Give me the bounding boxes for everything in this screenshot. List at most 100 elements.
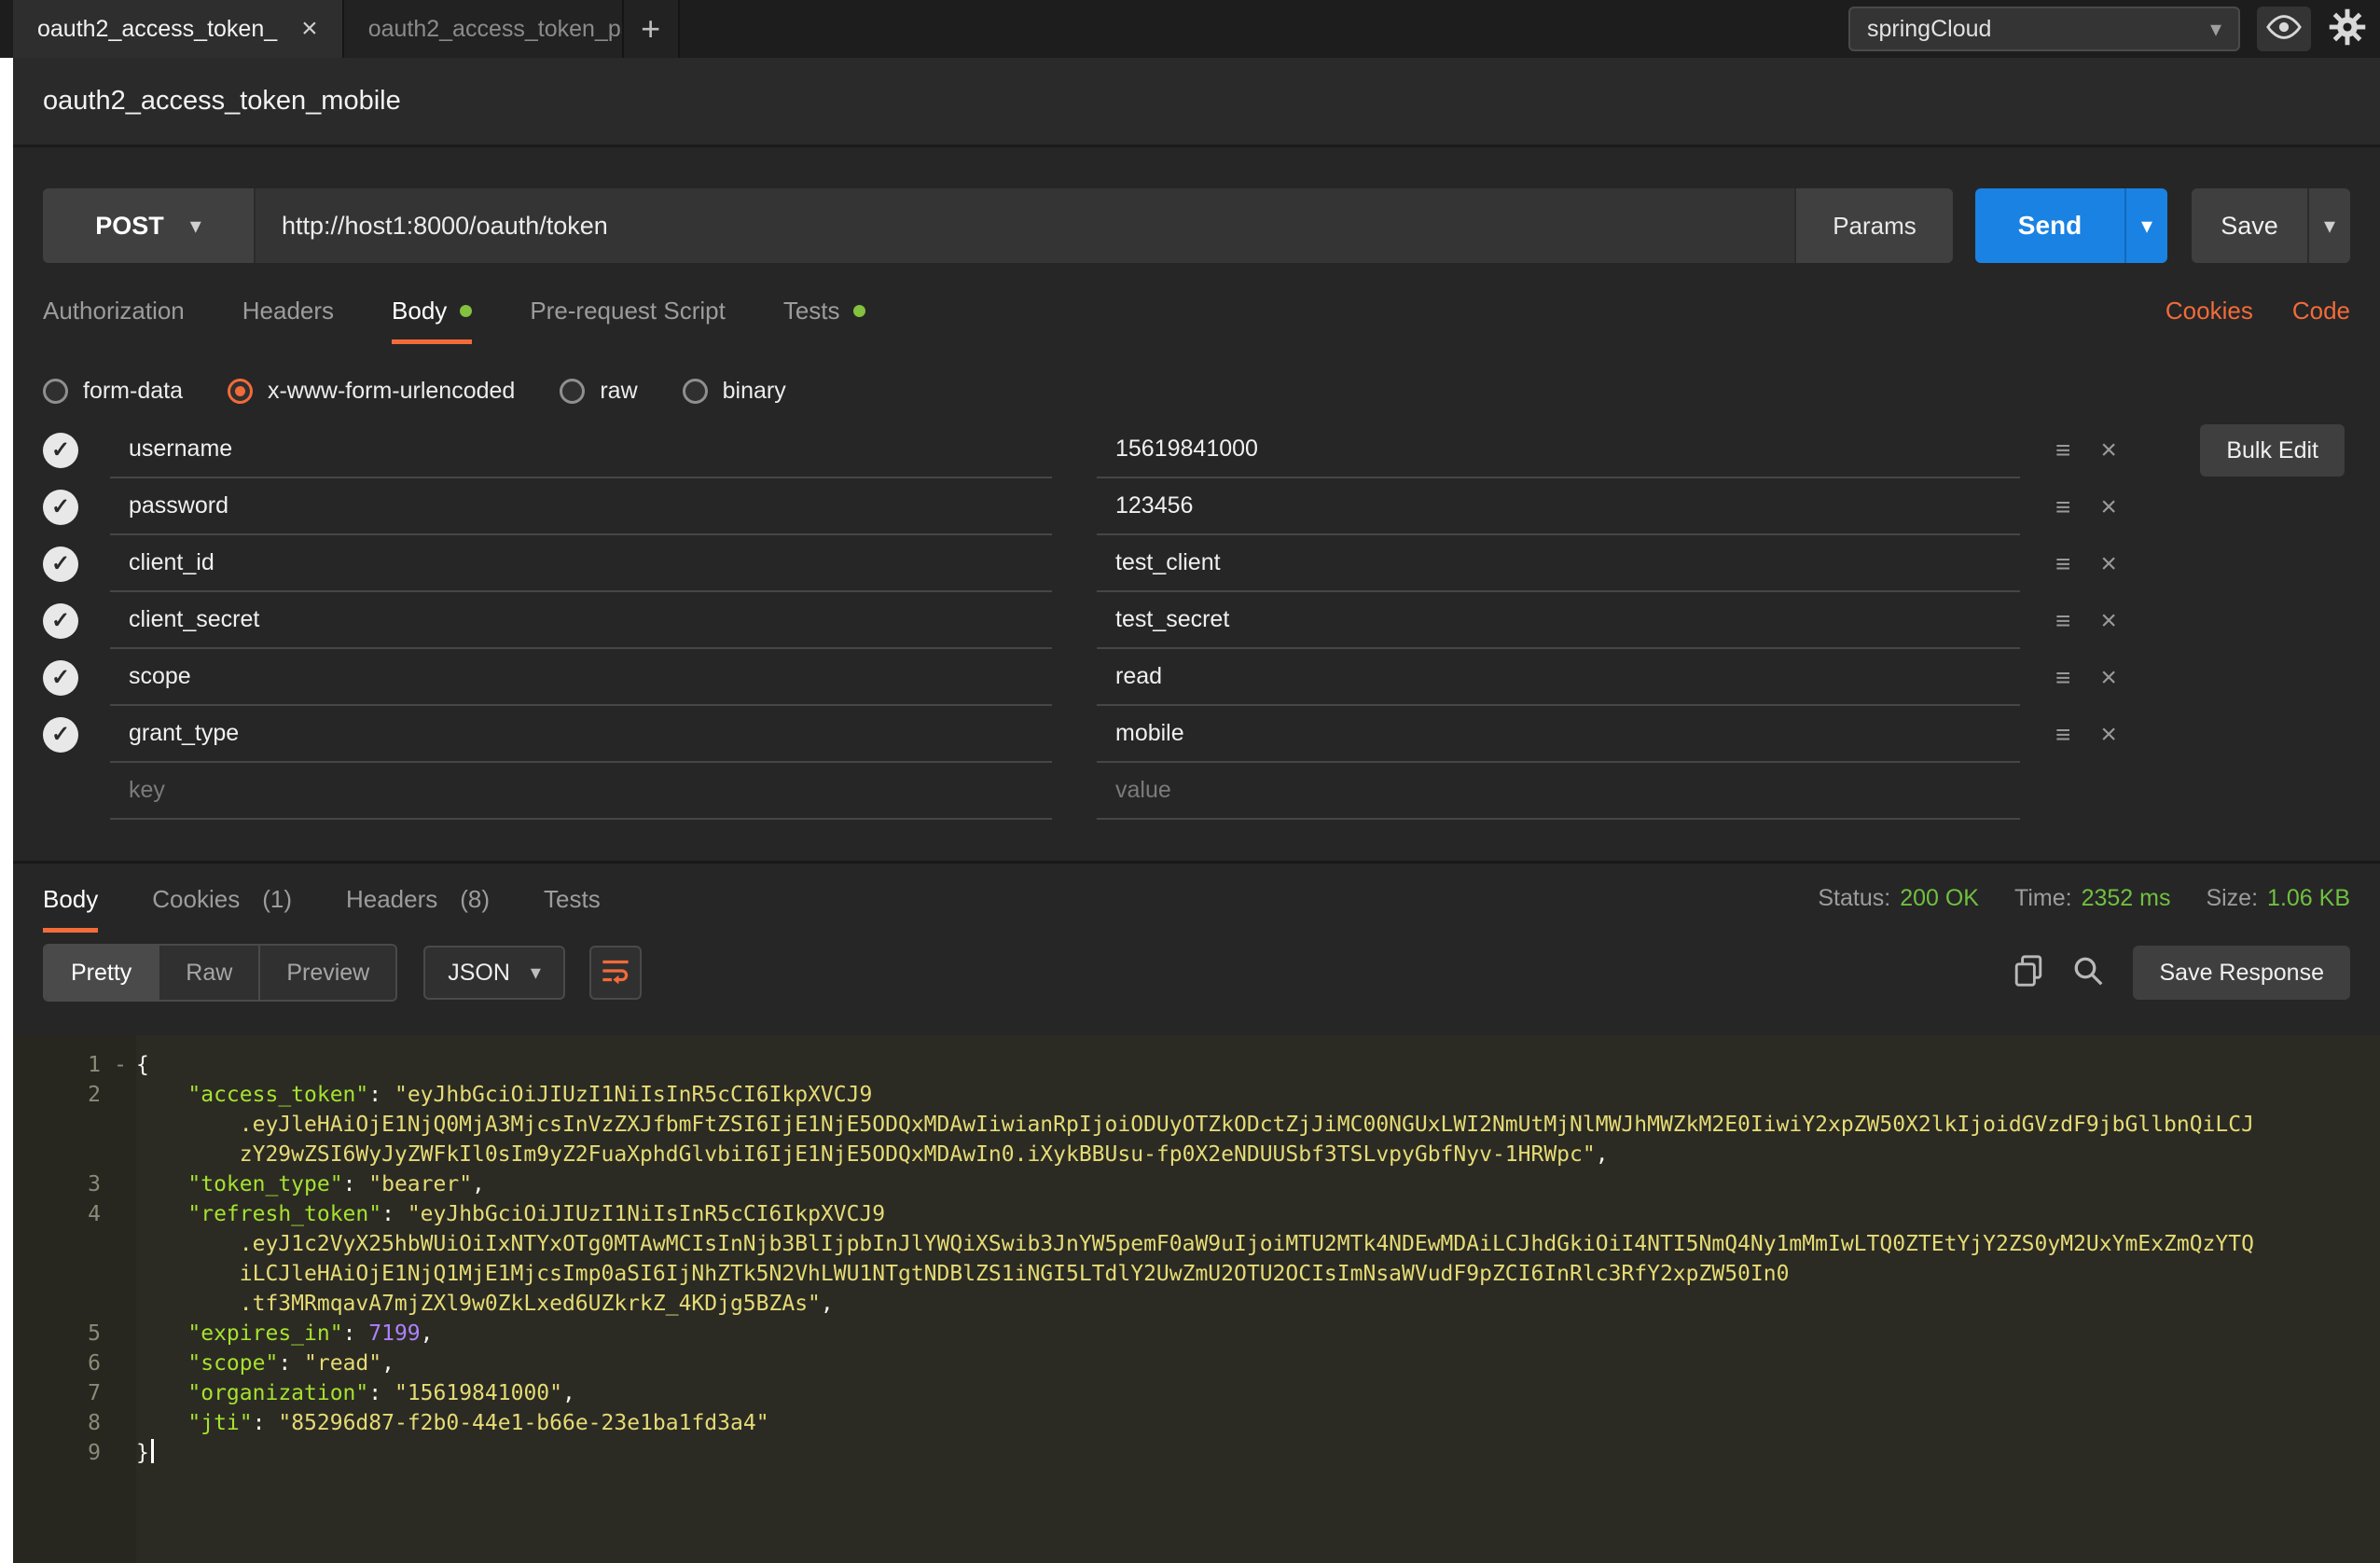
bulk-edit-button[interactable]: Bulk Edit <box>2200 424 2345 477</box>
environment-quicklook-button[interactable] <box>2257 7 2311 51</box>
code-link[interactable]: Code <box>2292 297 2350 325</box>
delete-row-icon[interactable]: × <box>2100 719 2117 751</box>
new-tab-button[interactable]: + <box>624 0 680 58</box>
param-value[interactable]: mobile <box>1097 706 2020 763</box>
tab-response-headers[interactable]: Headers (8) <box>346 885 490 933</box>
save-button[interactable]: Save <box>2192 188 2307 263</box>
url-input[interactable]: http://host1:8000/oauth/token <box>256 188 1794 263</box>
param-enabled-checkbox[interactable]: ✓ <box>43 546 78 582</box>
param-enabled-cell: ✓ <box>43 592 110 649</box>
delete-row-icon[interactable]: × <box>2100 548 2117 580</box>
radio-selected-icon[interactable] <box>228 379 253 404</box>
tab-pre-request-script[interactable]: Pre-request Script <box>530 297 726 344</box>
column-divider <box>1052 706 1097 763</box>
request-name-bar: oauth2_access_token_mobile <box>13 58 2380 147</box>
param-key[interactable]: username <box>110 422 1052 478</box>
param-key[interactable]: password <box>110 478 1052 535</box>
body-type-label: x-www-form-urlencoded <box>268 378 515 405</box>
params-button[interactable]: Params <box>1794 188 1953 263</box>
save-options-button[interactable]: ▾ <box>2307 188 2350 263</box>
close-tab-icon[interactable]: × <box>301 15 318 43</box>
param-enabled-checkbox[interactable]: ✓ <box>43 603 78 639</box>
param-key[interactable]: client_id <box>110 535 1052 592</box>
response-body-editor[interactable]: 1-{2 "access_token": "eyJhbGciOiJIUzI1Ni… <box>13 1035 2380 1563</box>
request-tab-inactive[interactable]: oauth2_access_token_passv <box>344 0 624 58</box>
tab-response-tests[interactable]: Tests <box>544 885 601 933</box>
radio-icon[interactable] <box>560 379 585 404</box>
settings-button[interactable] <box>2328 7 2367 51</box>
param-row: ✓ client_id test_client ≡ × <box>43 535 2350 592</box>
body-type-raw[interactable]: raw <box>560 378 637 405</box>
fold-toggle-icon[interactable]: - <box>114 1050 127 1080</box>
view-mode-raw[interactable]: Raw <box>159 946 260 1000</box>
delete-row-icon[interactable]: × <box>2100 605 2117 637</box>
tab-authorization[interactable]: Authorization <box>43 297 185 344</box>
environment-select[interactable]: springCloud ▾ <box>1848 7 2240 51</box>
param-value[interactable]: 123456 <box>1097 478 2020 535</box>
line-number: 9 <box>13 1438 136 1468</box>
param-value[interactable]: test_secret <box>1097 592 2020 649</box>
body-type-label: binary <box>723 378 786 405</box>
line-number: 5 <box>13 1319 136 1349</box>
param-enabled-checkbox[interactable]: ✓ <box>43 433 78 468</box>
request-tabs: Authorization Headers Body Pre-request S… <box>43 297 2350 344</box>
response-toolbar-right: Save Response <box>2013 946 2350 1000</box>
tab-tests[interactable]: Tests <box>783 297 865 344</box>
param-enabled-cell: ✓ <box>43 706 110 763</box>
method-select[interactable]: POST ▾ <box>43 188 256 263</box>
drag-handle-icon[interactable]: ≡ <box>2055 549 2070 579</box>
drag-handle-icon[interactable]: ≡ <box>2055 492 2070 522</box>
request-name: oauth2_access_token_mobile <box>43 86 401 117</box>
code-text: "organization": "15619841000", <box>136 1378 2356 1408</box>
param-enabled-checkbox[interactable]: ✓ <box>43 660 78 696</box>
tab-response-body[interactable]: Body <box>43 885 98 933</box>
tab-body[interactable]: Body <box>392 297 472 344</box>
tab-response-cookies[interactable]: Cookies (1) <box>152 885 292 933</box>
format-select[interactable]: JSON ▾ <box>423 946 565 1000</box>
tab-label: Headers <box>346 885 437 914</box>
view-mode-pretty[interactable]: Pretty <box>45 946 159 1000</box>
drag-handle-icon[interactable]: ≡ <box>2055 606 2070 636</box>
view-mode-preview[interactable]: Preview <box>260 946 395 1000</box>
param-row-actions: ≡ × <box>2020 592 2117 649</box>
request-tab-active[interactable]: oauth2_access_token_ × <box>13 0 344 58</box>
param-row: ✓ scope read ≡ × <box>43 649 2350 706</box>
param-value-placeholder[interactable]: value <box>1097 763 2020 820</box>
body-type-x-www-form-urlencoded[interactable]: x-www-form-urlencoded <box>228 378 515 405</box>
wrap-lines-button[interactable] <box>589 946 642 1000</box>
param-enabled-checkbox[interactable]: ✓ <box>43 490 78 525</box>
save-response-button[interactable]: Save Response <box>2133 946 2350 1000</box>
code-text: "jti": "85296d87-f2b0-44e1-b66e-23e1ba1f… <box>136 1408 2356 1438</box>
delete-row-icon[interactable]: × <box>2100 491 2117 523</box>
send-button[interactable]: Send <box>1975 188 2124 263</box>
param-key[interactable]: grant_type <box>110 706 1052 763</box>
param-key-placeholder[interactable]: key <box>110 763 1052 820</box>
body-type-selector: form-data x-www-form-urlencoded raw bina… <box>43 378 2350 405</box>
param-value[interactable]: 15619841000 <box>1097 422 2020 478</box>
search-icon[interactable] <box>2071 954 2105 992</box>
column-divider <box>1052 478 1097 535</box>
response-toolbar: Pretty Raw Preview JSON ▾ Save <box>13 942 2380 1003</box>
param-key[interactable]: client_secret <box>110 592 1052 649</box>
drag-handle-icon[interactable]: ≡ <box>2055 663 2070 693</box>
param-value[interactable]: read <box>1097 649 2020 706</box>
send-options-button[interactable]: ▾ <box>2124 188 2167 263</box>
param-row: ✓ password 123456 ≡ × <box>43 478 2350 535</box>
drag-handle-icon[interactable]: ≡ <box>2055 436 2070 465</box>
copy-icon[interactable] <box>2013 954 2043 992</box>
param-value[interactable]: test_client <box>1097 535 2020 592</box>
param-enabled-checkbox[interactable]: ✓ <box>43 717 78 753</box>
response-tabs: Body Cookies (1) Headers (8) Tests Statu… <box>13 864 2380 933</box>
column-divider <box>1052 763 1097 820</box>
body-type-form-data[interactable]: form-data <box>43 378 183 405</box>
param-key[interactable]: scope <box>110 649 1052 706</box>
body-type-binary[interactable]: binary <box>683 378 786 405</box>
radio-icon[interactable] <box>683 379 708 404</box>
delete-row-icon[interactable]: × <box>2100 662 2117 694</box>
tab-headers[interactable]: Headers <box>242 297 334 344</box>
radio-icon[interactable] <box>43 379 68 404</box>
drag-handle-icon[interactable]: ≡ <box>2055 720 2070 750</box>
request-builder: POST ▾ http://host1:8000/oauth/token Par… <box>43 188 2350 263</box>
cookies-link[interactable]: Cookies <box>2166 297 2253 325</box>
delete-row-icon[interactable]: × <box>2100 435 2117 466</box>
